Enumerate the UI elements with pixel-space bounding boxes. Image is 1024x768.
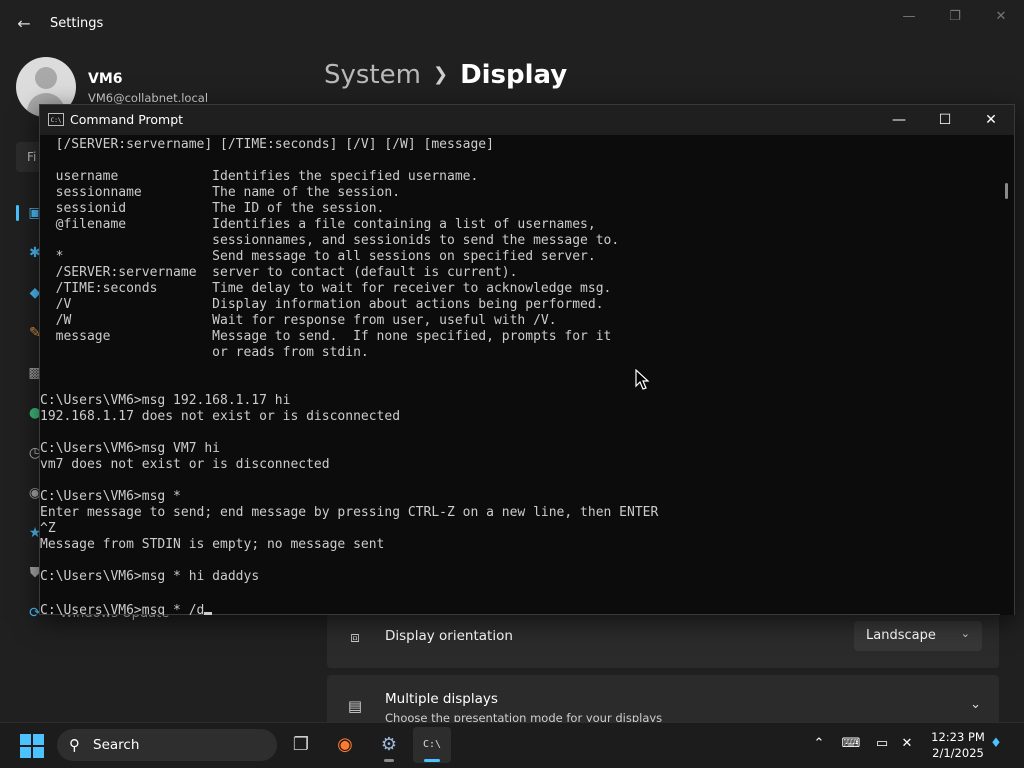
- multiple-displays-icon: ▤: [347, 697, 363, 715]
- cmd-titlebar[interactable]: C:\ Command Prompt — ☐ ✕: [40, 105, 1014, 135]
- avatar-head: [35, 67, 57, 89]
- multiple-displays-label: Multiple displays: [385, 691, 498, 707]
- display-orientation-select[interactable]: Landscape ⌄: [854, 621, 982, 651]
- firefox-icon[interactable]: ◉: [326, 727, 364, 763]
- user-email: VM6@collabnet.local: [88, 91, 209, 105]
- cmd-output-text: [/SERVER:servername] [/TIME:seconds] [/V…: [40, 137, 659, 584]
- maximize-icon[interactable]: ☐: [922, 105, 968, 135]
- task-view-icon[interactable]: ❐: [282, 727, 320, 763]
- settings-restore-button[interactable]: ❐: [940, 8, 970, 26]
- cmd-active-indicator: [424, 759, 440, 762]
- chevron-right-icon: ❯: [432, 64, 449, 85]
- taskbar-search[interactable]: ⚲ Search: [57, 729, 277, 761]
- taskbar: ⚲ Search ❐ ◉ ⚙ C:\ ⌃ ⌨ ▭ ✕ 12:23 PM 2/1/…: [0, 722, 1024, 768]
- display-orientation-value: Landscape: [866, 628, 936, 643]
- volume-muted-icon[interactable]: ✕: [897, 736, 917, 751]
- clock[interactable]: 12:23 PM 2/1/2025: [930, 729, 986, 761]
- bell-icon[interactable]: ♦: [986, 736, 1006, 751]
- sidebar-selected-indicator: [16, 205, 19, 221]
- orientation-icon: ⧈: [350, 628, 360, 646]
- settings-gear-icon[interactable]: ⚙: [370, 727, 408, 763]
- cmd-scrollbar-thumb[interactable]: [1005, 183, 1008, 199]
- chevron-up-icon[interactable]: ⌃: [809, 736, 829, 751]
- settings-close-button[interactable]: ✕: [986, 8, 1016, 26]
- cmd-taskbar-icon-text: C:\: [422, 739, 442, 750]
- minimize-icon[interactable]: —: [876, 105, 922, 135]
- close-icon[interactable]: ✕: [968, 105, 1014, 135]
- clock-time: 12:23 PM: [931, 730, 985, 744]
- settings-titlebar: ← Settings — ❐ ✕: [0, 0, 1024, 48]
- chevron-down-icon: ⌄: [960, 627, 970, 640]
- mouse-pointer-icon: [635, 369, 650, 390]
- display-orientation-label: Display orientation: [385, 628, 513, 644]
- cmd-title: Command Prompt: [70, 112, 184, 127]
- network-status-icon[interactable]: ▭: [872, 736, 892, 751]
- cmd-scrollbar[interactable]: [1000, 135, 1014, 615]
- display-orientation-card: ⧈ Display orientation Landscape ⌄: [327, 614, 999, 668]
- text-cursor: [204, 612, 213, 615]
- command-prompt-taskbar-icon[interactable]: C:\: [413, 727, 451, 763]
- settings-title: Settings: [50, 16, 104, 31]
- settings-minimize-button[interactable]: —: [894, 8, 924, 26]
- settings-running-indicator: [384, 759, 394, 762]
- taskbar-search-label: Search: [93, 737, 140, 753]
- cmd-current-input: C:\Users\VM6>msg * /d: [40, 603, 205, 615]
- page-title: Display: [460, 60, 568, 90]
- cmd-input-line[interactable]: C:\Users\VM6>msg * /d: [40, 601, 1000, 615]
- windows-start-icon[interactable]: [20, 734, 44, 758]
- cmd-app-icon: C:\: [48, 113, 64, 126]
- user-name: VM6: [88, 71, 123, 87]
- clock-date: 2/1/2025: [932, 746, 984, 760]
- breadcrumb: System ❯ Display: [324, 58, 567, 92]
- keyboard-icon[interactable]: ⌨: [841, 736, 861, 751]
- search-icon: ⚲: [69, 736, 80, 754]
- cmd-output[interactable]: [/SERVER:servername] [/TIME:seconds] [/V…: [40, 135, 1000, 615]
- chevron-down-icon[interactable]: ⌄: [970, 697, 981, 712]
- back-arrow-icon[interactable]: ←: [14, 14, 34, 34]
- breadcrumb-system[interactable]: System: [324, 60, 421, 90]
- command-prompt-window[interactable]: C:\ Command Prompt — ☐ ✕ [/SERVER:server…: [39, 104, 1015, 615]
